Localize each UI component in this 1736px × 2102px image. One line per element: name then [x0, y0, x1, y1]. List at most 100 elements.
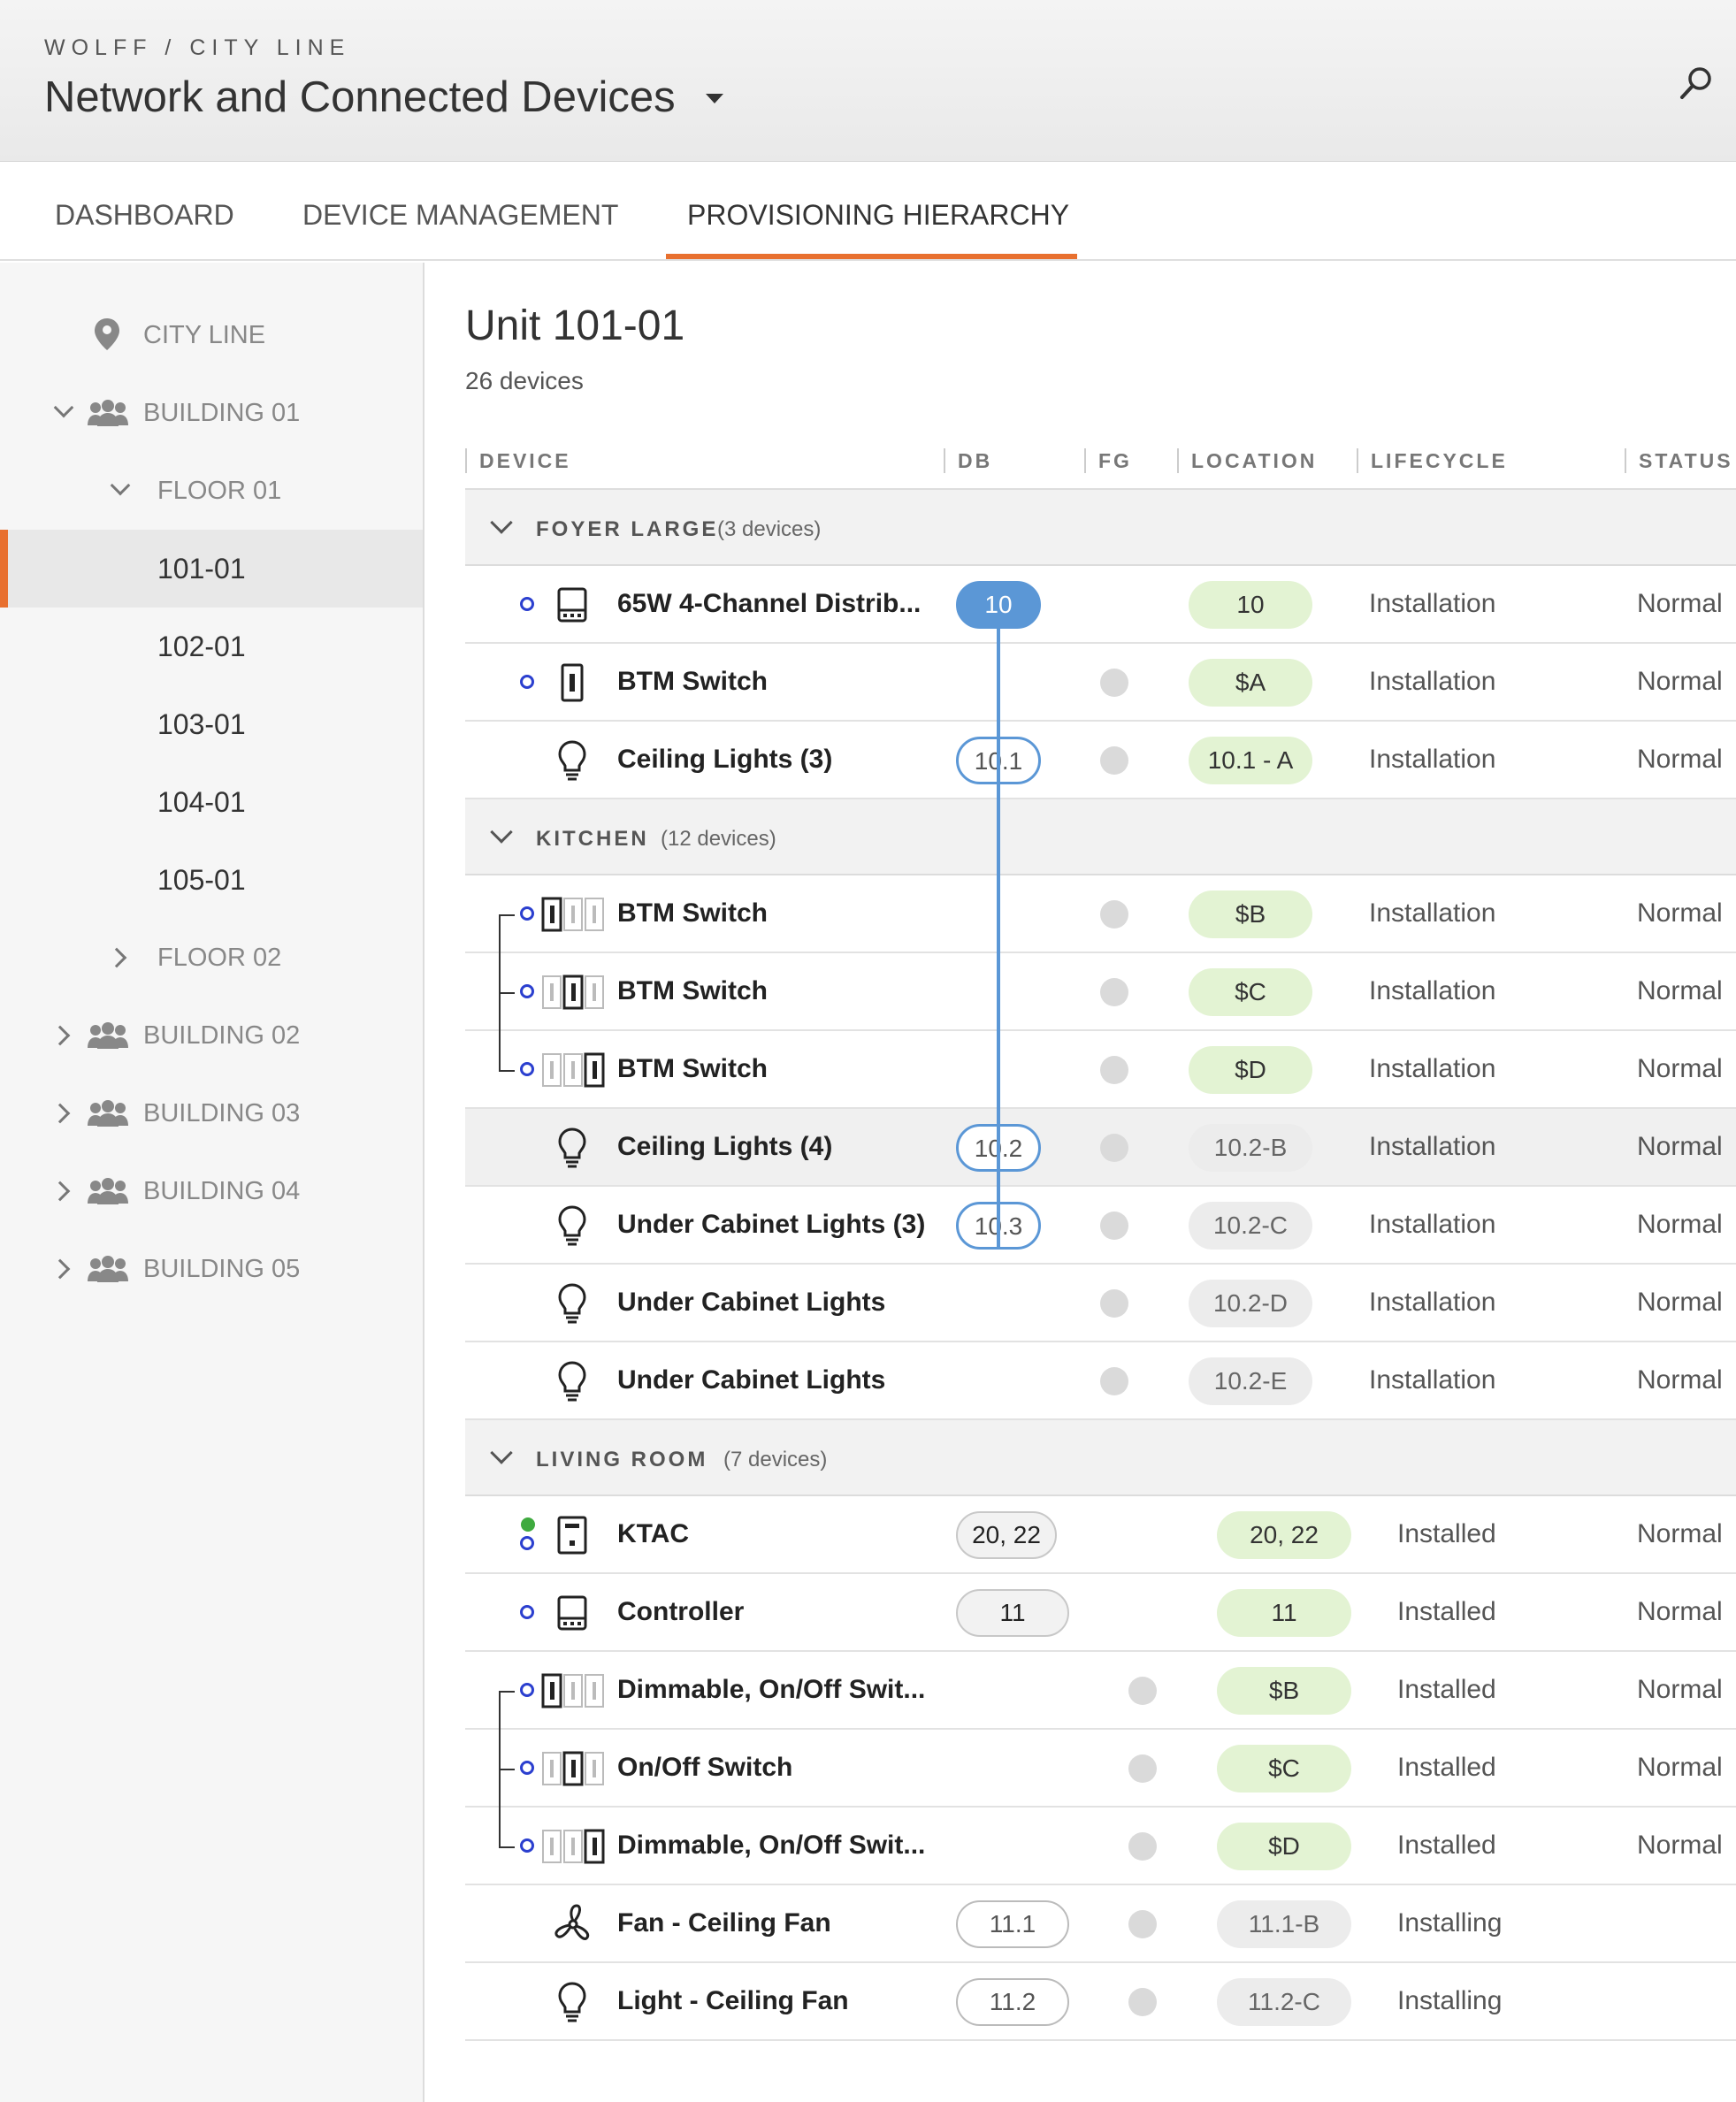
device-name: KTAC: [617, 1519, 690, 1548]
group-count: (7 devices): [723, 1448, 828, 1471]
sidebar-item-city[interactable]: CITY LINE: [0, 296, 423, 374]
db-badge[interactable]: 10: [956, 581, 1041, 629]
location-pill: 10.1 - A: [1189, 737, 1312, 784]
fg-indicator: [1100, 1212, 1128, 1240]
table-row[interactable]: 65W 4-Channel Distrib... 10 10 Installat…: [465, 566, 1736, 644]
column-header-lifecycle[interactable]: LIFECYCLE: [1357, 448, 1508, 473]
chevron-right-icon[interactable]: [50, 1103, 71, 1124]
column-header-status[interactable]: STATUS: [1625, 448, 1733, 473]
table-row[interactable]: BTM Switch $C Installation Normal: [465, 953, 1736, 1031]
sidebar-item-floor-01[interactable]: FLOOR 01: [0, 452, 423, 530]
table-row[interactable]: Dimmable, On/Off Swit... $D Installed No…: [465, 1808, 1736, 1885]
location-pill: $D: [1189, 1046, 1312, 1094]
connection-ring-icon: [520, 1683, 534, 1697]
people-group-icon: [88, 400, 128, 426]
sidebar-item-label: BUILDING 03: [143, 1098, 301, 1127]
breadcrumb[interactable]: WOLFF / CITY LINE: [44, 35, 350, 61]
table-row[interactable]: KTAC 20, 22 20, 22 Installed Normal: [465, 1496, 1736, 1574]
table-row[interactable]: On/Off Switch $C Installed Normal: [465, 1730, 1736, 1808]
device-name: Controller: [617, 1597, 745, 1626]
tab-device-management[interactable]: DEVICE MANAGEMENT: [302, 199, 618, 232]
table-row[interactable]: BTM Switch $D Installation Normal: [465, 1031, 1736, 1109]
tab-provisioning-hierarchy[interactable]: PROVISIONING HIERARCHY: [687, 199, 1069, 232]
db-badge[interactable]: 11: [956, 1589, 1069, 1637]
sidebar-item-building-05[interactable]: BUILDING 05: [0, 1230, 423, 1308]
sidebar-item-unit-101-01[interactable]: 101-01: [0, 530, 423, 608]
sidebar-item-floor-02[interactable]: FLOOR 02: [0, 919, 423, 997]
tree-connector: [499, 1769, 515, 1770]
db-badge[interactable]: 11.1: [956, 1900, 1069, 1948]
chevron-right-icon[interactable]: [50, 1025, 71, 1046]
chevron-right-icon[interactable]: [106, 947, 127, 968]
sidebar-item-building-04[interactable]: BUILDING 04: [0, 1152, 423, 1230]
column-header-fg[interactable]: FG: [1084, 448, 1132, 473]
location-pill: 10: [1189, 581, 1312, 629]
lifecycle-text: Installed: [1397, 1753, 1496, 1782]
lifecycle-text: Installation: [1369, 1054, 1496, 1083]
db-link-line: [997, 629, 1000, 1250]
sidebar-item-unit-102-01[interactable]: 102-01: [0, 608, 423, 685]
table-row[interactable]: BTM Switch $A Installation Normal: [465, 644, 1736, 722]
group-count: (3 devices): [717, 517, 822, 541]
lifecycle-text: Installation: [1369, 898, 1496, 928]
fg-indicator: [1128, 1910, 1157, 1938]
location-pill: $A: [1189, 659, 1312, 707]
table-row[interactable]: Controller 11 11 Installed Normal: [465, 1574, 1736, 1652]
group-header-foyer-large[interactable]: FOYER LARGE (3 devices): [465, 490, 1736, 566]
table-row[interactable]: Fan - Ceiling Fan 11.1 11.1-B Installing: [465, 1885, 1736, 1963]
group-header-living-room[interactable]: LIVING ROOM (7 devices): [465, 1420, 1736, 1496]
lifecycle-text: Installed: [1397, 1831, 1496, 1860]
sidebar-item-label: 101-01: [157, 552, 246, 585]
table-row[interactable]: Under Cabinet Lights 10.2-E Installation…: [465, 1342, 1736, 1420]
chevron-down-icon[interactable]: [490, 511, 513, 534]
table-row[interactable]: Under Cabinet Lights 10.2-D Installation…: [465, 1265, 1736, 1342]
table-row[interactable]: BTM Switch $B Installation Normal: [465, 875, 1736, 953]
chevron-down-icon[interactable]: [490, 821, 513, 844]
status-text: Normal: [1637, 745, 1723, 774]
db-badge[interactable]: 11.2: [956, 1978, 1069, 2026]
sidebar-item-unit-105-01[interactable]: 105-01: [0, 841, 423, 919]
location-pill: $B: [1217, 1667, 1351, 1715]
table-row[interactable]: Under Cabinet Lights (3) 10.3 10.2-C Ins…: [465, 1187, 1736, 1265]
column-header-location[interactable]: LOCATION: [1177, 448, 1317, 473]
table-row[interactable]: Ceiling Lights (3) 10.1 10.1 - A Install…: [465, 722, 1736, 799]
chevron-down-icon[interactable]: [53, 397, 74, 418]
lifecycle-text: Installation: [1369, 1210, 1496, 1239]
tab-dashboard[interactable]: DASHBOARD: [55, 199, 234, 232]
table-row[interactable]: Ceiling Lights (4) 10.2 10.2-B Installat…: [465, 1109, 1736, 1187]
status-text: Normal: [1637, 1288, 1723, 1317]
tree-connector: [499, 1691, 515, 1693]
chevron-right-icon[interactable]: [50, 1181, 71, 1202]
sidebar-item-building-01[interactable]: BUILDING 01: [0, 374, 423, 452]
switch-gang-icon: [542, 1751, 604, 1786]
column-header-device[interactable]: DEVICE: [465, 448, 571, 473]
lightbulb-icon: [558, 740, 586, 781]
app-root: WOLFF / CITY LINE Network and Connected …: [0, 0, 1736, 2102]
thermostat-icon: [557, 1516, 587, 1555]
fg-indicator: [1128, 1832, 1157, 1861]
chevron-right-icon[interactable]: [50, 1258, 71, 1280]
sidebar-item-unit-104-01[interactable]: 104-01: [0, 763, 423, 841]
table-row[interactable]: Dimmable, On/Off Swit... $B Installed No…: [465, 1652, 1736, 1730]
sidebar-item-building-02[interactable]: BUILDING 02: [0, 997, 423, 1074]
table-row[interactable]: Light - Ceiling Fan 11.2 11.2-C Installi…: [465, 1963, 1736, 2041]
sidebar-item-label: CITY LINE: [143, 320, 266, 349]
db-badge[interactable]: 20, 22: [956, 1511, 1057, 1559]
status-text: Normal: [1637, 667, 1723, 696]
search-icon[interactable]: [1679, 65, 1714, 101]
sidebar-item-label: 105-01: [157, 863, 246, 896]
connection-ring-icon: [520, 1536, 534, 1550]
sidebar-item-building-03[interactable]: BUILDING 03: [0, 1074, 423, 1152]
controller-icon: [557, 1595, 587, 1631]
location-pill: $C: [1189, 968, 1312, 1016]
page-title[interactable]: Network and Connected Devices: [44, 73, 676, 122]
lifecycle-text: Installing: [1397, 1908, 1503, 1938]
chevron-down-icon[interactable]: [706, 94, 723, 103]
chevron-down-icon[interactable]: [110, 475, 131, 496]
lightbulb-icon: [558, 1283, 586, 1324]
sidebar-item-unit-103-01[interactable]: 103-01: [0, 685, 423, 763]
group-header-kitchen[interactable]: KITCHEN (12 devices): [465, 799, 1736, 875]
location-pill: $B: [1189, 890, 1312, 938]
column-header-db[interactable]: DB: [944, 448, 992, 473]
chevron-down-icon[interactable]: [490, 1441, 513, 1464]
